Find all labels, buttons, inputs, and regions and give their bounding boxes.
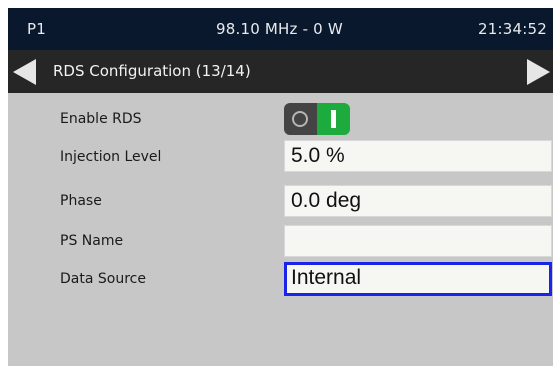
setting-row-injection-level: Injection Level 5.0 % bbox=[8, 140, 553, 172]
injection-level-field[interactable]: 5.0 % bbox=[284, 140, 552, 172]
enable-rds-toggle[interactable] bbox=[284, 103, 350, 135]
setting-label: Phase bbox=[60, 193, 102, 209]
toggle-on-segment bbox=[317, 103, 350, 135]
setting-row-enable-rds: Enable RDS bbox=[8, 103, 553, 135]
toggle-off-segment bbox=[284, 103, 317, 135]
phase-field[interactable]: 0.0 deg bbox=[284, 185, 552, 217]
title-bar: RDS Configuration (13/14) bbox=[8, 50, 553, 93]
page-title: RDS Configuration (13/14) bbox=[53, 62, 251, 80]
setting-label: Injection Level bbox=[60, 149, 162, 165]
setting-row-phase: Phase 0.0 deg bbox=[8, 185, 553, 217]
arrow-right-icon[interactable] bbox=[525, 57, 553, 87]
setting-label: Data Source bbox=[60, 271, 146, 287]
preset-indicator: P1 bbox=[27, 20, 46, 38]
frequency-power-readout: 98.10 MHz - 0 W bbox=[216, 20, 343, 38]
status-bar: P1 98.10 MHz - 0 W 21:34:52 bbox=[8, 8, 553, 50]
device-screen: P1 98.10 MHz - 0 W 21:34:52 RDS Configur… bbox=[8, 8, 553, 366]
data-source-field[interactable]: Internal bbox=[284, 262, 552, 296]
clock: 21:34:52 bbox=[478, 20, 547, 38]
arrow-left-icon[interactable] bbox=[10, 57, 38, 87]
setting-row-ps-name: PS Name bbox=[8, 225, 553, 257]
ps-name-field[interactable] bbox=[284, 225, 552, 257]
setting-label: PS Name bbox=[60, 233, 124, 249]
setting-label: Enable RDS bbox=[60, 111, 142, 127]
power-line-icon bbox=[331, 110, 336, 128]
circle-icon bbox=[292, 111, 308, 127]
setting-row-data-source: Data Source Internal bbox=[8, 262, 553, 296]
